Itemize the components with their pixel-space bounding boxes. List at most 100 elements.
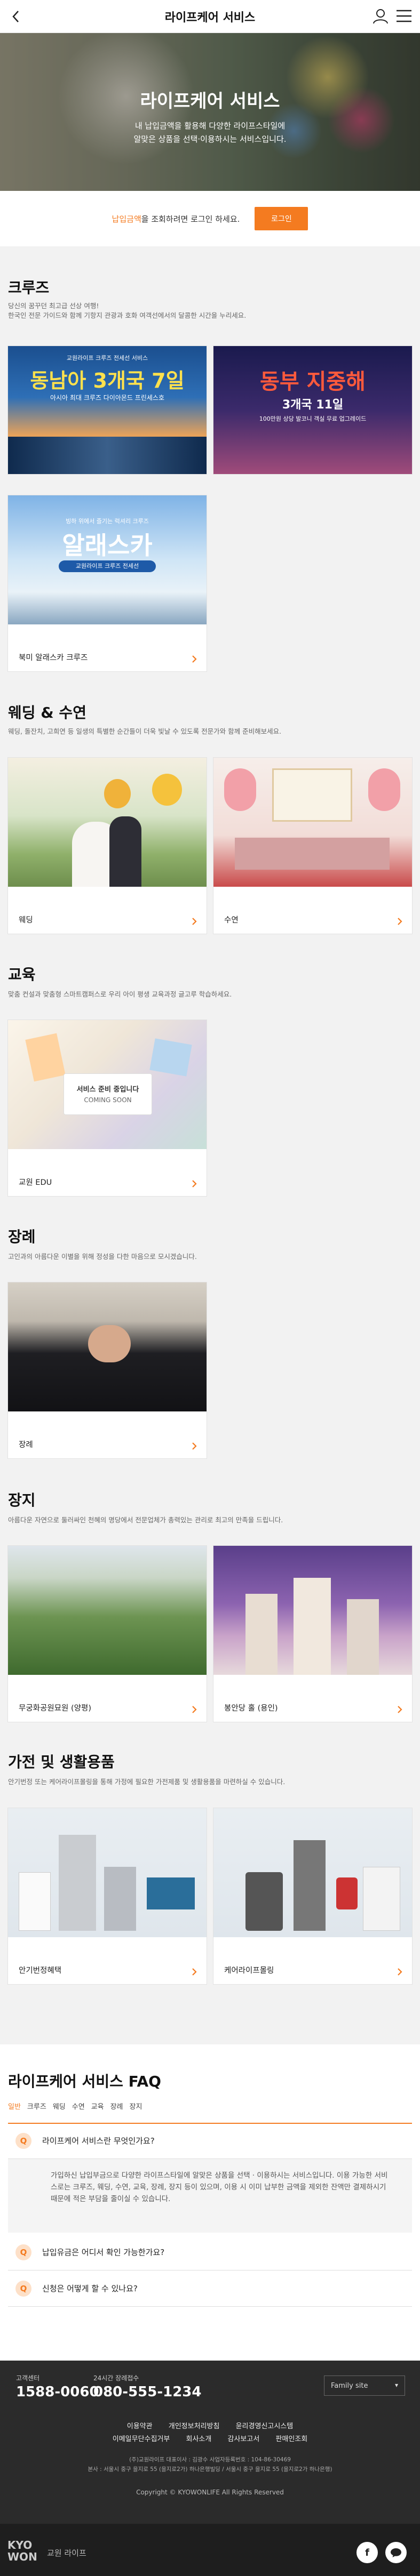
appliance-image [8, 1808, 207, 1937]
card-label: 교원 EDU [19, 1178, 52, 1187]
footer-link-seller[interactable]: 판매인조회 [275, 2435, 307, 2443]
chevron-left-icon [12, 11, 19, 22]
card-label: 수연 [224, 916, 239, 925]
footer-link-about[interactable]: 회사소개 [186, 2435, 212, 2443]
menu-button[interactable] [395, 7, 413, 25]
card-cruise-southeast-asia[interactable]: 교원라이프 크루즈 전세선 서비스 동남아 3개국 7일 아시아 최대 크루즈 … [7, 346, 207, 475]
columbarium-image [213, 1546, 412, 1675]
section-title-education: 교육 [8, 966, 36, 983]
user-icon [373, 9, 388, 24]
card-label: 무궁화공원묘원 (양평) [19, 1704, 91, 1713]
section-title-burial: 장지 [8, 1491, 36, 1509]
card-funeral[interactable]: 장례 [7, 1282, 207, 1459]
footer-link-ethics[interactable]: 윤리경영신고시스템 [236, 2422, 294, 2430]
facebook-button[interactable]: f [356, 2542, 378, 2563]
faq-tabs: 일반 크루즈 웨딩 수연 교육 장례 장지 [8, 2101, 142, 2111]
faq-question-text: 납입유금은 어디서 확인 가능한가요? [42, 2248, 165, 2257]
card-appliance-mall[interactable]: 케어라이프몰링 [213, 1808, 413, 1985]
faq-title: 라이프케어 서비스 FAQ [8, 2073, 161, 2090]
faq-tab-funeral[interactable]: 장례 [110, 2101, 123, 2111]
footer-links-row1: 이용약관 개인정보처리방침 윤리경영신고시스템 [0, 2420, 420, 2430]
login-message: 납입금액을 조회하려면 로그인 하세요. [112, 214, 240, 224]
facebook-icon: f [365, 2547, 369, 2558]
faq-question-1[interactable]: Q 라이프케어 서비스란 무엇인가요? [8, 2123, 412, 2159]
customer-center-number[interactable]: 1588-0060 [16, 2384, 99, 2400]
chevron-right-icon [398, 1706, 402, 1713]
login-button[interactable]: 로그인 [255, 207, 308, 230]
faq-tab-general[interactable]: 일반 [8, 2101, 21, 2111]
footer-link-audit[interactable]: 감사보고서 [228, 2435, 260, 2443]
card-label: 봉안당 홀 (용인) [224, 1704, 278, 1713]
section-desc-cruise-1: 당신의 꿈꾸던 최고급 선상 여행! [8, 302, 99, 310]
chevron-right-icon [398, 1968, 402, 1976]
speech-bubble-icon [391, 2548, 401, 2557]
faq-question-3[interactable]: Q 신청은 어떻게 할 수 있나요? [8, 2270, 412, 2307]
company-info-1: (주)교원라이프 대표이사 : 김광수 사업자등록번호 : 104-86-304… [129, 2457, 291, 2463]
faq-answer-1: 가입하신 납입부금으로 다양한 라이프스타일에 알맞은 상품을 선택 · 이용하… [8, 2159, 412, 2233]
section-title-appliance: 가전 및 생활용품 [8, 1753, 115, 1771]
section-desc-education: 맞춤 컨설과 맞춤형 스마트캠퍼스로 우리 아이 평생 교육과정 글고루 학습하… [8, 990, 232, 998]
card-cruise-alaska[interactable]: 빙하 위에서 즐기는 럭셔리 크루즈 알래스카 교원라이프 크루즈 전세선 북미… [7, 495, 207, 672]
faq-tab-education[interactable]: 교육 [91, 2101, 104, 2111]
chevron-right-icon [192, 1180, 197, 1187]
faq-q-badge: Q [15, 2280, 31, 2297]
kakaotalk-button[interactable] [385, 2542, 407, 2563]
customer-center-label: 고객센터 [16, 2374, 40, 2382]
user-button[interactable] [372, 7, 389, 25]
card-label: 안기번정혜택 [19, 1967, 62, 1975]
copyright: Copyright © KYOWONLIFE All Rights Reserv… [136, 2489, 284, 2496]
faq-tab-burial[interactable]: 장지 [130, 2101, 142, 2111]
faq-tab-wedding[interactable]: 웨딩 [53, 2101, 66, 2111]
faq-question-text: 라이프케어 서비스란 무엇인가요? [42, 2136, 155, 2146]
card-burial-hall[interactable]: 봉안당 홀 (용인) [213, 1545, 413, 1722]
alaska-banner-image: 빙하 위에서 즐기는 럭셔리 크루즈 알래스카 교원라이프 크루즈 전세선 [8, 495, 207, 624]
faq-q-badge: Q [15, 2132, 31, 2149]
chevron-right-icon [192, 1968, 197, 1976]
faq-question-2[interactable]: Q 납입유금은 어디서 확인 가능한가요? [8, 2234, 412, 2270]
mediterranean-banner-image: 동부 지중해 3개국 11일 100만원 상당 발코니 객실 무료 업그레이드 [213, 346, 412, 474]
funeral-image [8, 1282, 207, 1411]
section-desc-burial: 아름다운 자연으로 둘러싸인 천혜의 명당에서 전문업체가 총력있는 관리로 최… [8, 1516, 283, 1524]
kyowon-logo: KYO WON 교원 라이프 [7, 2539, 86, 2563]
chevron-right-icon [192, 655, 197, 663]
faq-question-text: 신청은 어떻게 할 수 있나요? [42, 2284, 138, 2293]
card-burial-park[interactable]: 무궁화공원묘원 (양평) [7, 1545, 207, 1722]
header-title: 라이프케어 서비스 [164, 11, 256, 25]
card-label: 케어라이프몰링 [224, 1967, 274, 1975]
section-desc-cruise-2: 한국인 전문 가이드와 함께 기항지 관광과 호화 여객선에서의 달콤한 시간을… [8, 311, 247, 319]
card-appliance-benefit[interactable]: 안기번정혜택 [7, 1808, 207, 1985]
footer: 고객센터 1588-0060 24시간 장례접수 080-555-1234 Fa… [0, 2361, 420, 2576]
chevron-right-icon [192, 1706, 197, 1713]
section-title-wedding: 웨딩 & 수연 [8, 704, 86, 721]
celebration-image [213, 758, 412, 887]
card-education[interactable]: 서비스 준비 중입니다 COMING SOON 교원 EDU [7, 1020, 207, 1197]
chevron-right-icon [192, 1442, 197, 1450]
family-site-select[interactable]: Family site ▾ [324, 2376, 405, 2396]
company-info-2: 본사 : 서울시 중구 을지로 55 (을지로2가) 하나은행빌딩 / 서울시 … [88, 2466, 332, 2473]
page: 라이프케어 서비스 라이프케어 서비스 내 납입금액을 활용해 다양한 라이프스… [0, 0, 420, 2576]
card-label: 북미 알래스카 크루즈 [19, 654, 88, 662]
card-label: 웨딩 [19, 916, 33, 925]
hero-title: 라이프케어 서비스 [140, 91, 280, 112]
card-wedding[interactable]: 웨딩 [7, 757, 207, 934]
chevron-right-icon [192, 918, 197, 925]
chevron-right-icon [398, 918, 402, 925]
back-button[interactable] [7, 9, 23, 25]
funeral-hotline-number[interactable]: 080-555-1234 [93, 2384, 202, 2400]
login-highlight: 납입금액 [112, 214, 141, 224]
card-celebration[interactable]: 수연 [213, 757, 413, 934]
top-header: 라이프케어 서비스 [0, 0, 420, 33]
section-title-funeral: 장례 [8, 1228, 36, 1246]
faq-tab-celebration[interactable]: 수연 [72, 2101, 85, 2111]
faq-tab-cruise[interactable]: 크루즈 [27, 2101, 46, 2111]
footer-link-email-refusal[interactable]: 이메일무단수집거부 [113, 2435, 170, 2443]
chevron-down-icon: ▾ [394, 2381, 398, 2389]
footer-link-privacy[interactable]: 개인정보처리방침 [169, 2422, 220, 2430]
hero-desc-line2: 알맞은 상품을 선택·이용하시는 서비스입니다. [133, 134, 287, 144]
footer-link-terms[interactable]: 이용약관 [127, 2422, 153, 2430]
section-desc-wedding: 웨딩, 돌잔치, 고희연 등 일생의 특별한 순간들이 더욱 빛날 수 있도록 … [8, 727, 282, 735]
home-goods-image [213, 1808, 412, 1937]
hero-banner: 라이프케어 서비스 내 납입금액을 활용해 다양한 라이프스타일에 알맞은 상품… [0, 33, 420, 191]
section-title-cruise: 크루즈 [8, 279, 50, 296]
card-cruise-mediterranean[interactable]: 동부 지중해 3개국 11일 100만원 상당 발코니 객실 무료 업그레이드 [213, 346, 413, 475]
